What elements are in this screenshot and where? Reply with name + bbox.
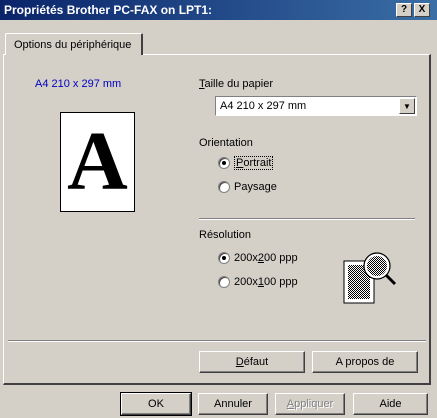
paper-preview: A [60, 112, 135, 212]
magnifier-resolution-icon [343, 252, 397, 304]
cancel-button[interactable]: Annuler [198, 393, 268, 415]
about-button[interactable]: A propos de [312, 351, 418, 373]
close-button[interactable]: X [414, 3, 430, 17]
default-button[interactable]: Défaut [199, 351, 305, 373]
preview-letter: A [67, 115, 128, 208]
radio-dot [218, 157, 230, 169]
resolution-200x200-radio[interactable]: 200x200 ppp [218, 252, 298, 264]
orientation-label: Orientation [199, 137, 253, 149]
help-dialog-button[interactable]: Aide [353, 393, 428, 415]
landscape-radio[interactable]: Paysage [218, 181, 277, 193]
resolution-label: Résolution [199, 229, 251, 241]
apply-button[interactable]: Appliquer [275, 393, 345, 415]
radio-dot [218, 276, 230, 288]
tab-label: Options du périphérique [14, 38, 132, 51]
landscape-label: Paysage [234, 181, 277, 193]
portrait-radio[interactable]: Portrait [218, 156, 274, 170]
resolution-200x100-label: 200x100 ppp [234, 276, 298, 288]
radio-dot [218, 181, 230, 193]
separator [199, 218, 415, 220]
title-bar: Propriétés Brother PC-FAX on LPT1: ? X [0, 0, 437, 20]
chevron-down-icon[interactable]: ▼ [399, 98, 415, 114]
window-title: Propriétés Brother PC-FAX on LPT1: [4, 3, 213, 17]
paper-size-value: A4 210 x 297 mm [220, 100, 307, 112]
paper-size-label: Taille du papier [199, 78, 273, 90]
ok-button[interactable]: OK [120, 392, 192, 416]
resolution-200x200-label: 200x200 ppp [234, 252, 298, 264]
preview-size-label: A4 210 x 297 mm [35, 78, 122, 90]
separator [8, 340, 426, 342]
paper-size-select[interactable]: A4 210 x 297 mm ▼ [215, 96, 417, 116]
portrait-label: Portrait [234, 156, 274, 170]
help-button[interactable]: ? [396, 3, 412, 17]
radio-dot [218, 252, 230, 264]
tab-device-options[interactable]: Options du périphérique [5, 33, 143, 55]
resolution-200x100-radio[interactable]: 200x100 ppp [218, 276, 298, 288]
